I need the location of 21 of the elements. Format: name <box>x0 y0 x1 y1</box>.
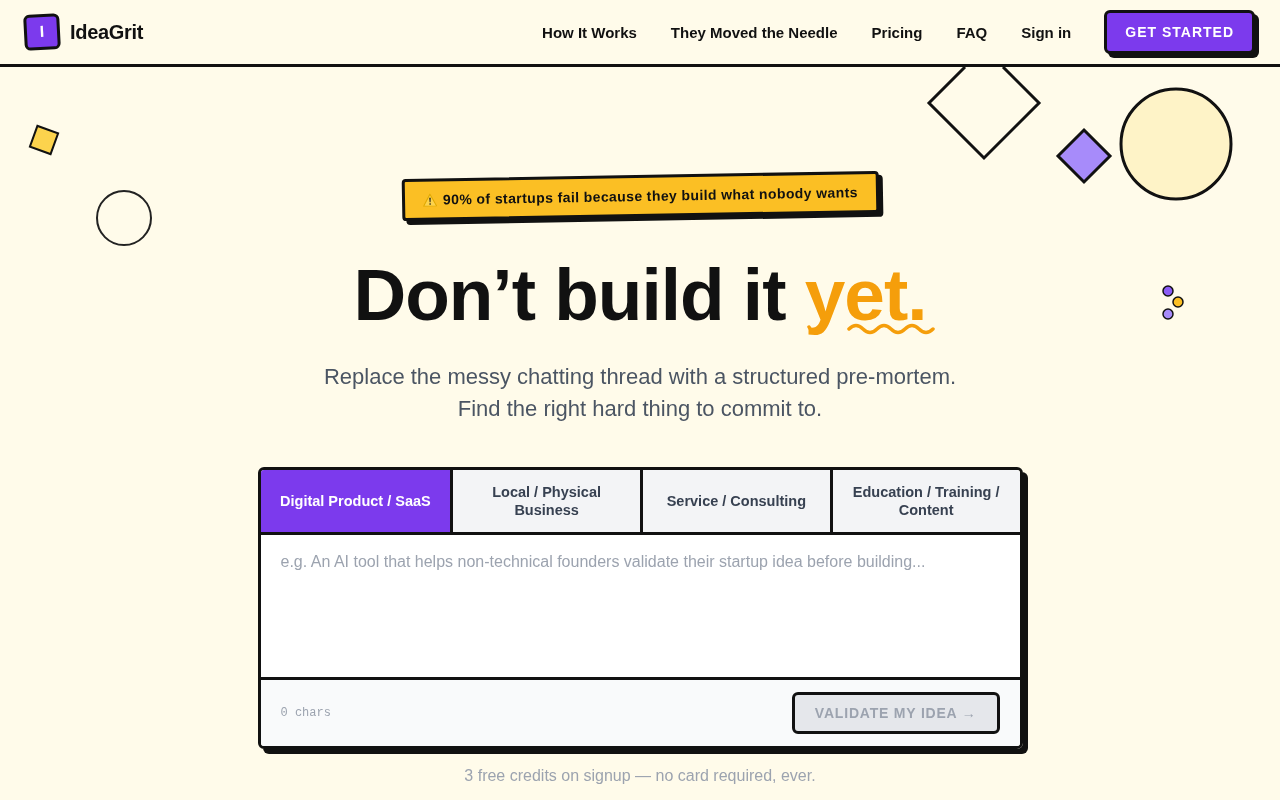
brand-name[interactable]: IdeaGrit <box>70 20 144 44</box>
banner-text: 90% of startups fail because they build what nobody wants <box>442 184 858 208</box>
nav-link[interactable]: Sign in <box>1021 23 1072 41</box>
nav-link[interactable]: How It Works <box>542 23 637 41</box>
category-tab[interactable]: Local / Physical Business <box>450 470 640 532</box>
dot-cluster-shape <box>1162 285 1184 320</box>
nav-link[interactable]: Pricing <box>871 23 923 41</box>
warning-icon <box>422 193 437 207</box>
hero-heading: Don’t build it yet. <box>353 251 927 339</box>
category-tab[interactable]: Education / Training / Content <box>829 470 1020 532</box>
nav-link[interactable]: FAQ <box>956 23 988 41</box>
category-tab[interactable]: Service / Consulting <box>640 470 830 532</box>
character-count: 0 chars <box>280 706 331 720</box>
idea-input-field[interactable]: e.g. An AI tool that helps non-technical founders validate their startup idea before building... <box>260 535 1020 677</box>
credits-note: 3 free credits on signup — no card required, ever. <box>464 767 816 785</box>
nav-link[interactable]: They Moved the Needle <box>670 23 838 41</box>
diamond-shape <box>1055 127 1113 185</box>
logo-mark[interactable]: I <box>23 13 61 51</box>
outline-circle-shape <box>96 190 152 246</box>
hero-subtitle: Replace the messy chatting thread with a structured pre-mortem. Find the right hard thing to commit to. <box>323 363 957 423</box>
category-tab[interactable]: Digital Product / SaaS <box>260 470 451 532</box>
